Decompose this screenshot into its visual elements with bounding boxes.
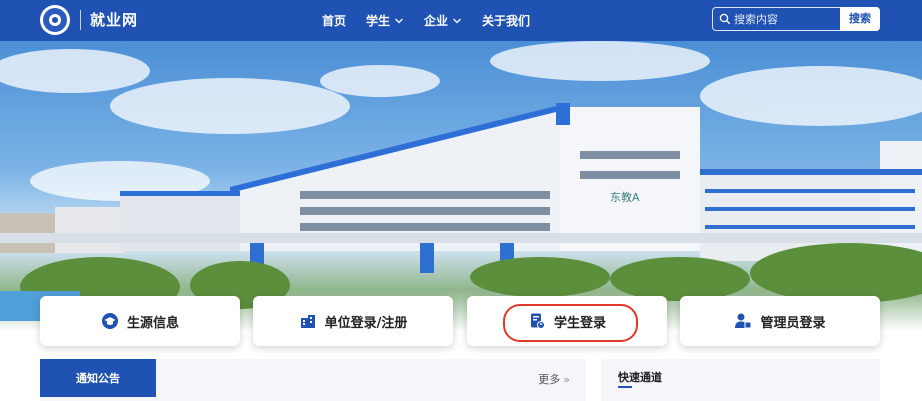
chevron-down-icon [453, 18, 462, 23]
search-input[interactable] [734, 9, 838, 29]
campus-building-illustration: 东教A [0, 41, 922, 321]
nav-enterprise[interactable]: 企业 [424, 12, 462, 29]
school-logo-icon[interactable] [40, 5, 70, 35]
company-building-icon [300, 315, 315, 328]
nav-home[interactable]: 首页 [322, 12, 346, 29]
quick-links-title: 快速通道 [618, 371, 662, 384]
search-button[interactable]: 搜索 [840, 7, 880, 31]
card-company-login-label: 单位登录/注册 [324, 315, 408, 331]
campus-banner: 东教A [0, 41, 922, 331]
page: 就业网 首页 学生 企业 关于我们 搜索内容 搜索 东教A 生源信息 单位登录/… [0, 0, 922, 401]
card-student-source[interactable]: 生源信息 [40, 296, 240, 346]
card-student-login[interactable]: 学生登录 [467, 296, 667, 346]
card-admin-login-label: 管理员登录 [760, 315, 826, 331]
quick-links-underline [618, 386, 632, 388]
card-admin-login[interactable]: 管理员登录 [680, 296, 880, 346]
quick-links-panel: 快速通道 [601, 359, 880, 401]
tab-notice[interactable]: 通知公告 [40, 359, 156, 397]
card-student-source-label: 生源信息 [126, 315, 179, 331]
card-company-login[interactable]: 单位登录/注册 [253, 296, 453, 346]
top-header: 就业网 首页 学生 企业 关于我们 搜索 [0, 0, 922, 41]
double-chevron-right-icon: » [563, 372, 570, 386]
chevron-down-icon [395, 18, 403, 23]
main-nav: 首页 学生 企业 关于我们 [322, 0, 550, 41]
header-divider [80, 10, 81, 30]
card-student-login-label: 学生登录 [553, 315, 606, 331]
graduation-cap-icon [101, 313, 118, 329]
nav-about-label: 关于我们 [482, 14, 531, 28]
nav-about[interactable]: 关于我们 [482, 12, 530, 29]
search-box: 搜索 [712, 7, 880, 31]
nav-home-label: 首页 [322, 14, 347, 28]
quick-cards: 生源信息 单位登录/注册 学生登录 管理员登录 [40, 296, 880, 346]
nav-enterprise-label: 企业 [424, 14, 449, 28]
nav-student-label: 学生 [366, 14, 391, 28]
more-label: 更多 [538, 373, 561, 386]
student-id-icon [530, 313, 545, 329]
admin-user-icon [735, 313, 752, 329]
more-link[interactable]: 更多 » [538, 371, 570, 387]
notice-panel: 通知公告 更多 » [40, 359, 586, 401]
search-icon [719, 13, 731, 25]
nav-student[interactable]: 学生 [366, 12, 404, 29]
site-name[interactable]: 就业网 [90, 9, 138, 30]
building-sign: 东教A [610, 191, 640, 204]
